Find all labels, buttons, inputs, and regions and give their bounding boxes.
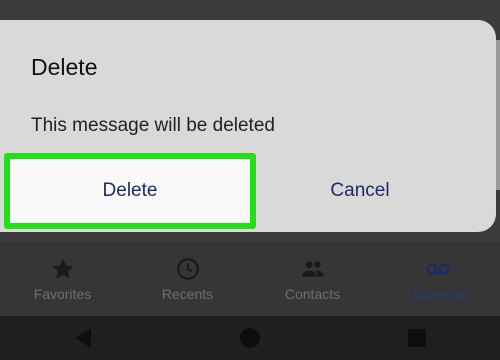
system-navigation-bar [0, 316, 500, 360]
delete-button[interactable]: Delete [4, 153, 256, 229]
cancel-button-label: Cancel [330, 180, 390, 201]
nav-favorites[interactable]: Favorites [0, 242, 125, 316]
star-icon [51, 258, 74, 279]
dialog-message: This message will be deleted [31, 115, 275, 136]
nav-recents[interactable]: Recents [125, 242, 250, 316]
system-back-button[interactable] [43, 318, 123, 358]
home-icon [239, 328, 260, 348]
delete-button-label: Delete [102, 180, 158, 201]
nav-contacts[interactable]: Contacts [250, 242, 375, 316]
system-home-button[interactable] [210, 318, 290, 358]
clock-icon [176, 258, 199, 280]
back-icon [75, 328, 92, 348]
nav-label-favorites: Favorites [33, 286, 92, 302]
nav-label-contacts: Contacts [284, 286, 341, 302]
nav-label-voicemail: Voicemail [407, 286, 468, 302]
people-icon [301, 261, 324, 277]
system-recents-button[interactable] [377, 318, 457, 358]
cancel-button[interactable]: Cancel [260, 153, 460, 229]
voicemail-icon [426, 263, 449, 275]
recents-icon [407, 329, 426, 347]
bottom-navigation: Favorites Recents Contacts Voicemail [0, 242, 500, 316]
nav-label-recents: Recents [161, 286, 214, 302]
dialog-title: Delete [31, 54, 98, 80]
delete-dialog: Delete This message will be deleted Dele… [0, 20, 496, 232]
nav-voicemail[interactable]: Voicemail [375, 242, 500, 316]
